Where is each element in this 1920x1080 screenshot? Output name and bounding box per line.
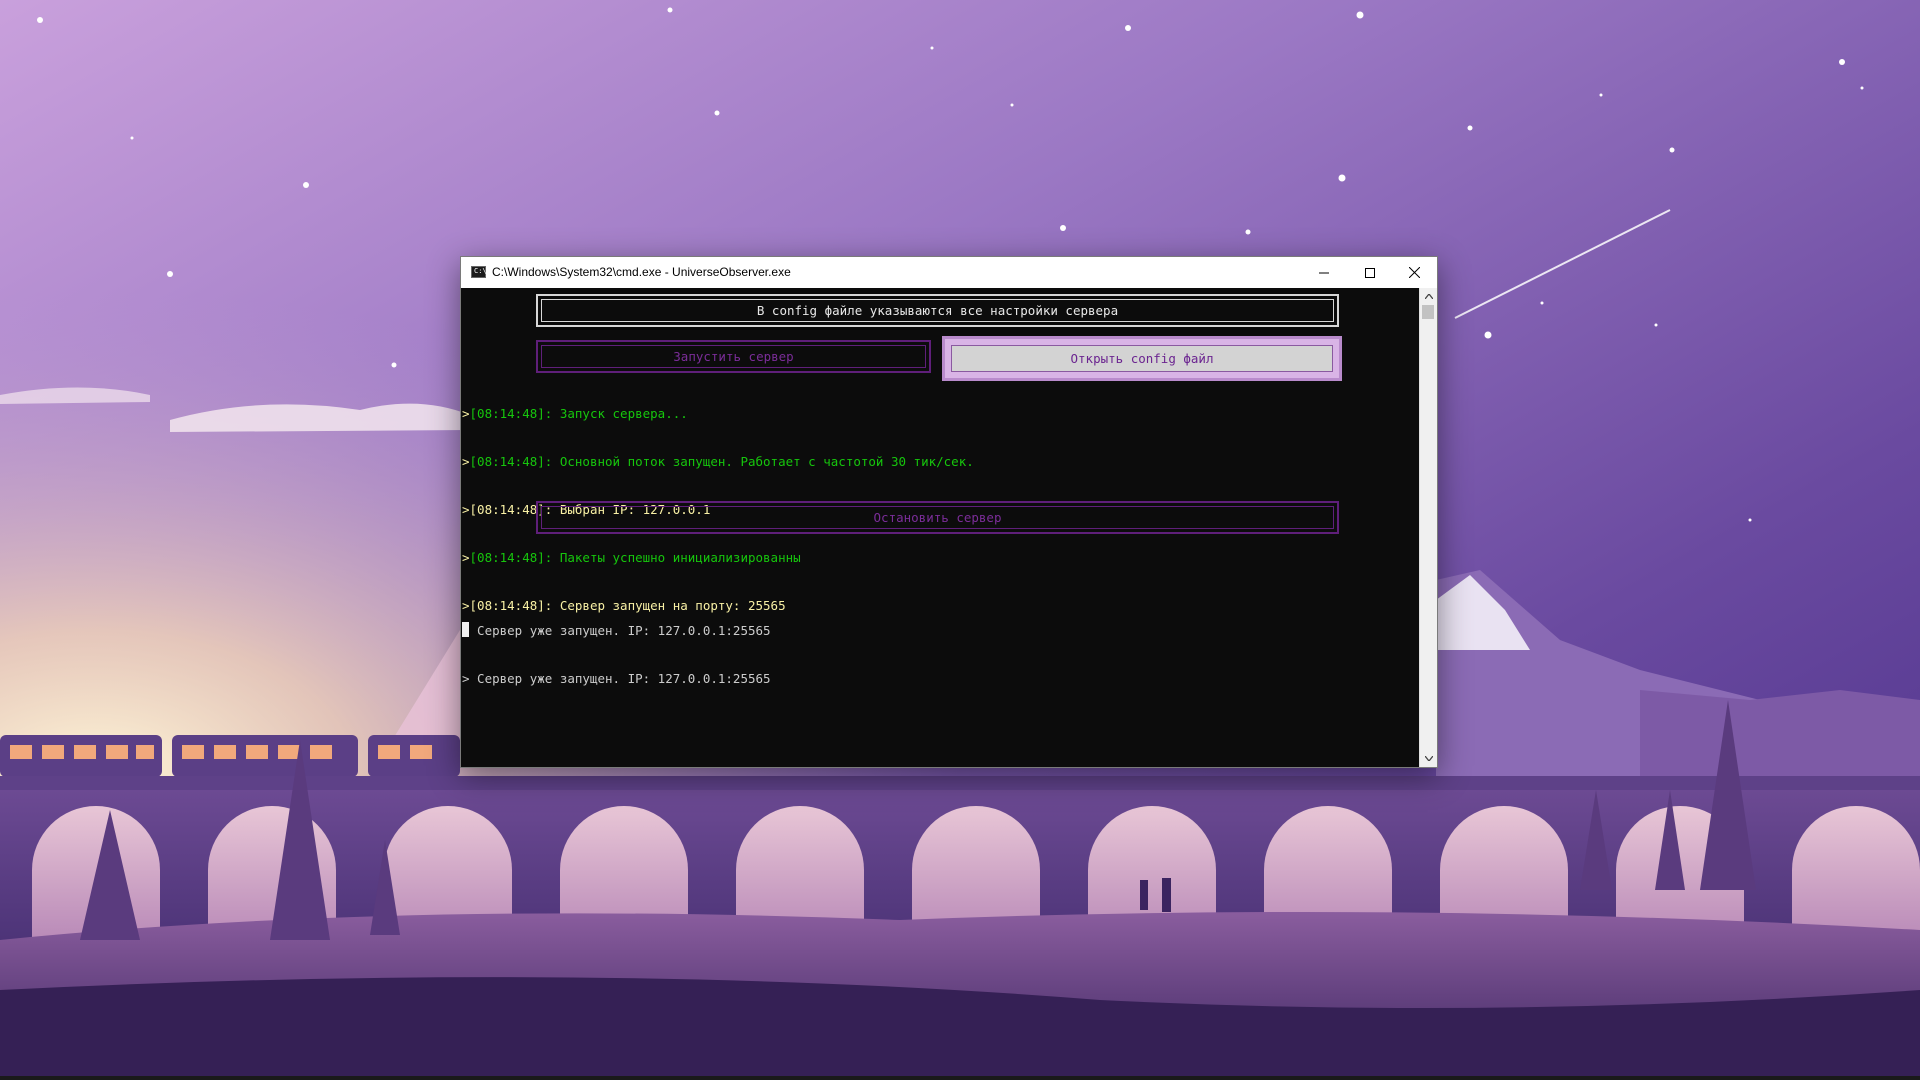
close-button[interactable] [1391,257,1437,288]
train [0,735,460,777]
log-line: >[08:14:48]: Запуск сервера... [462,406,688,421]
console-output[interactable]: В config файле указываются все настройки… [461,288,1420,767]
open-config-button[interactable]: Открыть config файл [942,336,1342,381]
log-line: >[08:14:48]: Пакеты успешно инициализиро… [462,550,801,565]
echo-line: > Сервер уже запущен. IP: 127.0.0.1:2556… [462,623,771,638]
scroll-up-button[interactable] [1420,288,1437,305]
window-title: C:\Windows\System32\cmd.exe - UniverseOb… [492,265,791,279]
info-banner: В config файле указываются все настройки… [536,294,1339,327]
scroll-up-arrow-icon [1424,294,1433,299]
open-config-button-label: Открыть config файл [951,345,1333,372]
text-cursor [462,622,469,637]
maximize-button[interactable] [1347,257,1393,288]
echo-line: > Сервер уже запущен. IP: 127.0.0.1:2556… [462,671,771,686]
cmd-icon: C:\ [471,266,487,278]
minimize-button[interactable] [1301,257,1347,288]
maximize-icon [1365,267,1375,278]
command-echo: > Сервер уже запущен. IP: 127.0.0.1:2556… [462,591,771,719]
title-bar[interactable]: C:\ C:\Windows\System32\cmd.exe - Univer… [461,257,1437,288]
vertical-scrollbar[interactable] [1419,288,1437,767]
scroll-down-button[interactable] [1420,750,1437,767]
scroll-down-arrow-icon [1424,756,1433,761]
stop-server-button[interactable]: Остановить сервер [536,501,1339,534]
console-window[interactable]: C:\ C:\Windows\System32\cmd.exe - Univer… [460,256,1438,768]
scroll-thumb[interactable] [1422,305,1434,319]
close-icon [1408,267,1420,278]
log-line: >[08:14:48]: Основной поток запущен. Раб… [462,454,974,469]
start-server-button[interactable]: Запустить сервер [536,340,931,373]
minimize-icon [1319,272,1329,273]
